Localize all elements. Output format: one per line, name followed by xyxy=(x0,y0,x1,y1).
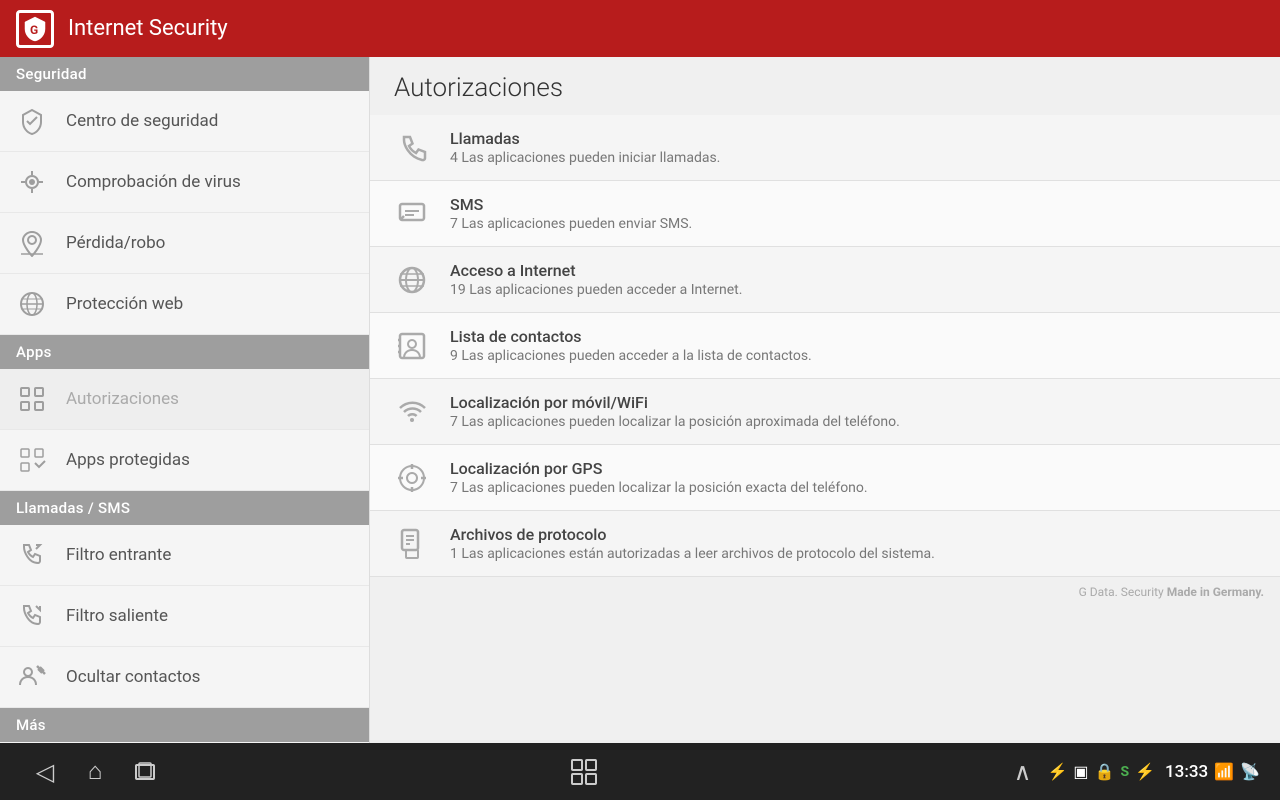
gps-icon xyxy=(394,460,430,496)
permission-title: Archivos de protocolo xyxy=(450,525,1256,544)
sidebar-item-proteccion-web[interactable]: Protección web xyxy=(0,274,369,335)
location-lost-icon xyxy=(16,227,48,259)
permission-item-lista-contactos[interactable]: Lista de contactos 9 Las aplicaciones pue… xyxy=(370,313,1280,379)
permission-description: 7 Las aplicaciones pueden localizar la p… xyxy=(450,480,1256,496)
app-logo: G xyxy=(16,10,54,48)
virus-scan-icon xyxy=(16,166,48,198)
sidebar-item-filtro-entrante[interactable]: Filtro entrante xyxy=(0,525,369,586)
apps-protected-icon xyxy=(16,444,48,476)
signal-icon: 📡 xyxy=(1240,762,1260,781)
permission-text: Archivos de protocolo 1 Las aplicaciones … xyxy=(450,525,1256,562)
content-area: Autorizaciones Llamadas 4 Las aplicacione… xyxy=(370,57,1280,743)
recents-button[interactable] xyxy=(120,747,170,797)
sidebar-item-label: Centro de seguridad xyxy=(66,111,218,131)
sidebar-item-ajustes[interactable]: Ajustes xyxy=(0,742,369,743)
vpn-icon: 🔒 xyxy=(1095,762,1115,781)
sidebar: Seguridad Centro de seguridad Comprobación… xyxy=(0,57,370,743)
permission-title: Localización por GPS xyxy=(450,459,1256,478)
sidebar-item-filtro-saliente[interactable]: Filtro saliente xyxy=(0,586,369,647)
sidebar-item-perdida-robo[interactable]: Pérdida/robo xyxy=(0,213,369,274)
permission-text: Acceso a Internet 19 Las aplicaciones pue… xyxy=(450,261,1256,298)
bottom-nav-bar: ◁ ⌂ ∧ ⚡ ▣ 🔒 S ⚡ 13:33 📶 📡 xyxy=(0,743,1280,800)
footer-brand: G Data. Security Made in Germany. xyxy=(370,577,1280,607)
scan-button[interactable] xyxy=(559,747,609,797)
up-button[interactable]: ∧ xyxy=(998,747,1048,797)
permission-item-archivos-protocolo[interactable]: Archivos de protocolo 1 Las aplicaciones … xyxy=(370,511,1280,577)
sidebar-item-comprobacion-virus[interactable]: Comprobación de virus xyxy=(0,152,369,213)
permission-item-llamadas[interactable]: Llamadas 4 Las aplicaciones pueden inicia… xyxy=(370,115,1280,181)
clock: 13:33 xyxy=(1165,762,1208,782)
top-bar: G Internet Security xyxy=(0,0,1280,57)
sms-icon xyxy=(394,196,430,232)
sidebar-item-label: Apps protegidas xyxy=(66,450,190,470)
page-title: Autorizaciones xyxy=(370,57,1280,115)
permission-description: 19 Las aplicaciones pueden acceder a Int… xyxy=(450,282,1256,298)
battery-icon: ⚡ xyxy=(1135,762,1155,781)
app-title: Internet Security xyxy=(68,16,228,41)
permission-description: 1 Las aplicaciones están autorizadas a l… xyxy=(450,546,1256,562)
sidebar-item-label: Filtro saliente xyxy=(66,606,168,626)
file-log-icon xyxy=(394,526,430,562)
permission-title: Acceso a Internet xyxy=(450,261,1256,280)
sidebar-item-label: Filtro entrante xyxy=(66,545,171,565)
internet-icon xyxy=(394,262,430,298)
sidebar-item-centro-seguridad[interactable]: Centro de seguridad xyxy=(0,91,369,152)
usb-icon: ⚡ xyxy=(1048,762,1068,781)
back-button[interactable]: ◁ xyxy=(20,747,70,797)
sidebar-item-label: Autorizaciones xyxy=(66,389,179,409)
web-protect-icon xyxy=(16,288,48,320)
sidebar-section-header: Seguridad xyxy=(0,57,369,91)
notification-icon: ▣ xyxy=(1073,762,1088,781)
home-button[interactable]: ⌂ xyxy=(70,747,120,797)
permission-text: Lista de contactos 9 Las aplicaciones pue… xyxy=(450,327,1256,364)
grid-apps-icon xyxy=(16,383,48,415)
sidebar-section-header: Más xyxy=(0,708,369,742)
permission-text: Localización por GPS 7 Las aplicaciones p… xyxy=(450,459,1256,496)
permission-title: SMS xyxy=(450,195,1256,214)
call-in-icon xyxy=(16,539,48,571)
sidebar-section-header: Apps xyxy=(0,335,369,369)
call-out-icon xyxy=(16,600,48,632)
wifi-location-icon xyxy=(394,394,430,430)
permission-text: SMS 7 Las aplicaciones pueden enviar SMS. xyxy=(450,195,1256,232)
permission-description: 4 Las aplicaciones pueden iniciar llamad… xyxy=(450,150,1256,166)
sidebar-item-ocultar-contactos[interactable]: Ocultar contactos xyxy=(0,647,369,708)
sidebar-item-label: Pérdida/robo xyxy=(66,233,165,253)
sidebar-item-label: Protección web xyxy=(66,294,183,314)
status-area: ⚡ ▣ 🔒 S ⚡ 13:33 📶 📡 xyxy=(1048,762,1261,782)
main-layout: Seguridad Centro de seguridad Comprobación… xyxy=(0,57,1280,743)
permission-item-sms[interactable]: SMS 7 Las aplicaciones pueden enviar SMS. xyxy=(370,181,1280,247)
sidebar-item-label: Comprobación de virus xyxy=(66,172,241,192)
svg-text:G: G xyxy=(30,23,38,37)
permission-text: Llamadas 4 Las aplicaciones pueden inicia… xyxy=(450,129,1256,166)
permission-description: 9 Las aplicaciones pueden acceder a la l… xyxy=(450,348,1256,364)
permission-description: 7 Las aplicaciones pueden enviar SMS. xyxy=(450,216,1256,232)
brand-icon: S xyxy=(1120,764,1129,780)
sidebar-section-header: Llamadas / SMS xyxy=(0,491,369,525)
sidebar-item-autorizaciones[interactable]: Autorizaciones xyxy=(0,369,369,430)
permission-item-localizacion-gps[interactable]: Localización por GPS 7 Las aplicaciones p… xyxy=(370,445,1280,511)
sidebar-item-label: Ocultar contactos xyxy=(66,667,200,687)
phone-icon xyxy=(394,130,430,166)
wifi-icon: 📶 xyxy=(1214,762,1234,781)
hide-contacts-icon xyxy=(16,661,48,693)
sidebar-item-apps-protegidas[interactable]: Apps protegidas xyxy=(0,430,369,491)
shield-check-icon xyxy=(16,105,48,137)
permission-item-acceso-internet[interactable]: Acceso a Internet 19 Las aplicaciones pue… xyxy=(370,247,1280,313)
permission-description: 7 Las aplicaciones pueden localizar la p… xyxy=(450,414,1256,430)
permission-item-localizacion-movil[interactable]: Localización por móvil/WiFi 7 Las aplicac… xyxy=(370,379,1280,445)
permission-title: Lista de contactos xyxy=(450,327,1256,346)
permission-text: Localización por móvil/WiFi 7 Las aplicac… xyxy=(450,393,1256,430)
permission-title: Localización por móvil/WiFi xyxy=(450,393,1256,412)
permission-title: Llamadas xyxy=(450,129,1256,148)
contacts-icon xyxy=(394,328,430,364)
